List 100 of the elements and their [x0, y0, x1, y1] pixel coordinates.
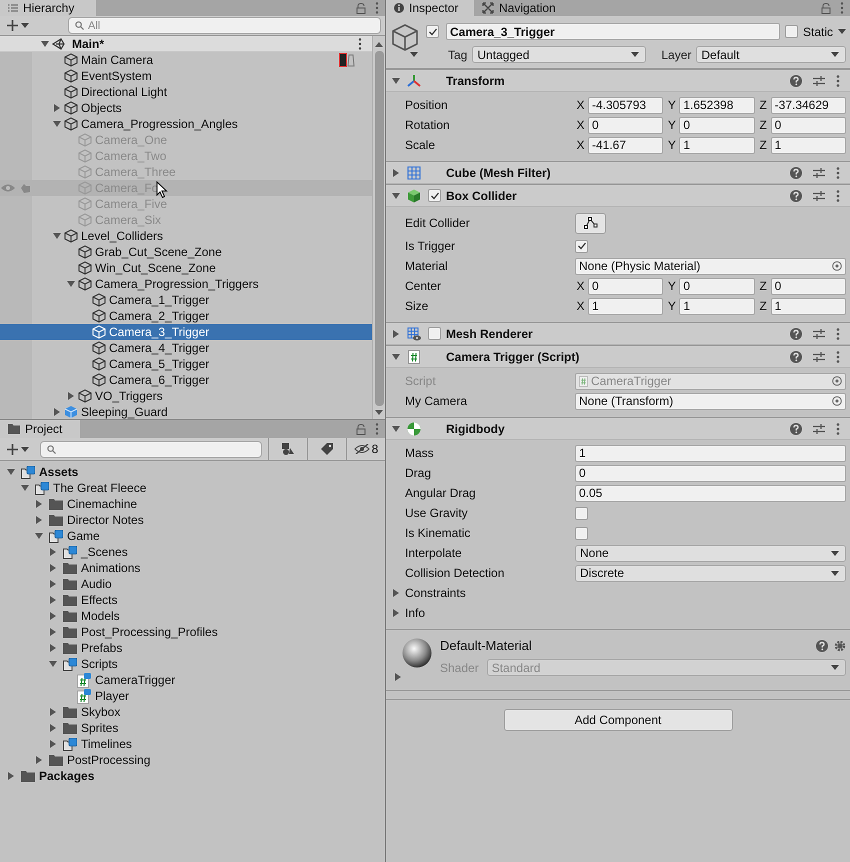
help-icon[interactable] [790, 422, 802, 434]
expand-arrow-icon[interactable] [35, 516, 43, 524]
presets-icon[interactable] [813, 190, 825, 202]
expand-arrow-icon[interactable] [49, 628, 57, 636]
number-field[interactable]: 0 [588, 116, 664, 134]
number-field[interactable]: -37.34629 [770, 96, 846, 114]
asset-item[interactable]: Game [67, 529, 100, 543]
expand-arrow-icon[interactable] [49, 724, 57, 732]
expand-arrow-icon[interactable] [21, 484, 29, 492]
expand-arrow-icon[interactable] [49, 708, 57, 716]
lock-icon[interactable] [356, 2, 366, 14]
expand-arrow-icon[interactable] [53, 408, 61, 416]
inspector-tab[interactable]: Inspector [386, 0, 474, 16]
menu-icon[interactable] [836, 422, 840, 434]
help-icon[interactable] [790, 350, 802, 362]
help-icon[interactable] [790, 190, 802, 202]
expand-arrow-icon[interactable] [49, 596, 57, 604]
asset-item[interactable]: Player [95, 689, 130, 703]
presets-icon[interactable] [813, 166, 825, 178]
expand-arrow-icon[interactable] [7, 772, 15, 780]
help-icon[interactable] [790, 74, 802, 86]
tag-dropdown[interactable]: Untagged [472, 46, 646, 63]
number-field[interactable]: 0 [679, 116, 755, 134]
help-icon[interactable] [816, 640, 828, 652]
settings-icon[interactable] [834, 640, 846, 652]
project-tab[interactable]: Project [0, 420, 80, 438]
dropdown[interactable]: Discrete [575, 564, 846, 582]
tree-item[interactable]: Sleeping_Guard [0, 404, 372, 419]
scroll-down-icon[interactable] [375, 410, 383, 415]
menu-icon[interactable] [375, 2, 379, 14]
tree-item[interactable]: Camera_Progression_Triggers [0, 276, 372, 292]
asset-item[interactable]: Sprites [81, 721, 118, 735]
object-field[interactable]: None (Transform) [575, 392, 846, 410]
presets-icon[interactable] [813, 422, 825, 434]
expand-arrow-icon[interactable] [7, 468, 15, 476]
expand-arrow-icon[interactable] [67, 280, 75, 288]
tree-item[interactable]: Win_Cut_Scene_Zone [0, 260, 372, 276]
object-field[interactable]: None (Physic Material) [575, 258, 846, 274]
tree-item[interactable]: Camera_4_Trigger [0, 340, 372, 356]
number-field[interactable]: 1 [575, 444, 846, 462]
expand-arrow-icon[interactable] [53, 232, 61, 240]
asset-item[interactable]: CameraTrigger [95, 673, 176, 687]
number-field[interactable]: 0 [679, 278, 755, 294]
tree-item[interactable]: Objects [0, 100, 372, 116]
expand-arrow-icon[interactable] [49, 580, 57, 588]
component-header[interactable]: Mesh Renderer [386, 322, 850, 345]
scroll-up-icon[interactable] [375, 42, 383, 47]
expand-arrow-icon[interactable] [49, 612, 57, 620]
lock-icon[interactable] [821, 2, 831, 14]
expand-arrow-icon[interactable] [392, 330, 400, 338]
menu-icon[interactable] [836, 74, 840, 86]
tree-item[interactable]: Camera_5_Trigger [0, 356, 372, 372]
asset-item[interactable]: Post_Processing_Profiles [81, 625, 218, 639]
tree-item[interactable]: Level_Colliders [0, 228, 372, 244]
expand-arrow-icon[interactable] [53, 120, 61, 128]
checkbox[interactable] [575, 506, 588, 520]
expand-arrow-icon[interactable] [392, 424, 400, 432]
number-field[interactable]: 1 [770, 136, 846, 154]
number-field[interactable]: 0 [588, 278, 664, 294]
tree-item[interactable]: VO_Triggers [0, 388, 372, 404]
asset-item[interactable]: Models [81, 609, 120, 623]
checkbox[interactable] [575, 240, 588, 252]
tree-item[interactable]: Directional Light [0, 84, 372, 100]
asset-item[interactable]: Assets [39, 465, 78, 479]
scrollbar[interactable] [372, 36, 385, 419]
number-field[interactable]: 1.652398 [679, 96, 755, 114]
expand-arrow-icon[interactable] [394, 673, 402, 681]
expand-arrow-icon[interactable] [35, 532, 43, 540]
expand-arrow-icon[interactable] [67, 392, 75, 400]
expand-arrow-icon[interactable] [49, 660, 57, 668]
tree-item[interactable]: Camera_2_Trigger [0, 308, 372, 324]
expand-arrow-icon[interactable] [392, 76, 400, 84]
number-field[interactable]: -4.305793 [588, 96, 664, 114]
component-header[interactable]: Box Collider [386, 184, 850, 207]
active-checkbox[interactable] [426, 25, 439, 38]
expand-arrow-icon[interactable] [49, 548, 57, 556]
object-picker-icon[interactable] [832, 261, 842, 271]
number-field[interactable]: 1 [679, 136, 755, 154]
tree-item[interactable]: Grab_Cut_Scene_Zone [0, 244, 372, 260]
expand-arrow-icon[interactable] [392, 589, 400, 597]
foldout-label[interactable]: Info [405, 606, 575, 620]
expand-arrow-icon[interactable] [53, 104, 61, 112]
presets-icon[interactable] [813, 74, 825, 86]
asset-item[interactable]: PostProcessing [67, 753, 150, 767]
dropdown[interactable]: None [575, 544, 846, 562]
expand-arrow-icon[interactable] [392, 192, 400, 200]
component-header[interactable]: Rigidbody [386, 417, 850, 440]
tree-item[interactable]: Camera_6_Trigger [0, 372, 372, 388]
menu-icon[interactable] [836, 166, 840, 178]
add-component-button[interactable]: Add Component [504, 709, 732, 731]
number-field[interactable]: 1 [770, 298, 846, 314]
number-field[interactable]: 1 [588, 298, 664, 314]
menu-icon[interactable] [836, 190, 840, 202]
tree-item[interactable]: Camera_1_Trigger [0, 292, 372, 308]
edit-collider-button[interactable] [575, 212, 606, 234]
component-header[interactable]: Cube (Mesh Filter) [386, 161, 850, 184]
lock-icon[interactable] [356, 424, 366, 434]
foldout-label[interactable]: Constraints [405, 586, 575, 600]
help-icon[interactable] [790, 328, 802, 340]
asset-item[interactable]: Cinemachine [67, 497, 138, 511]
